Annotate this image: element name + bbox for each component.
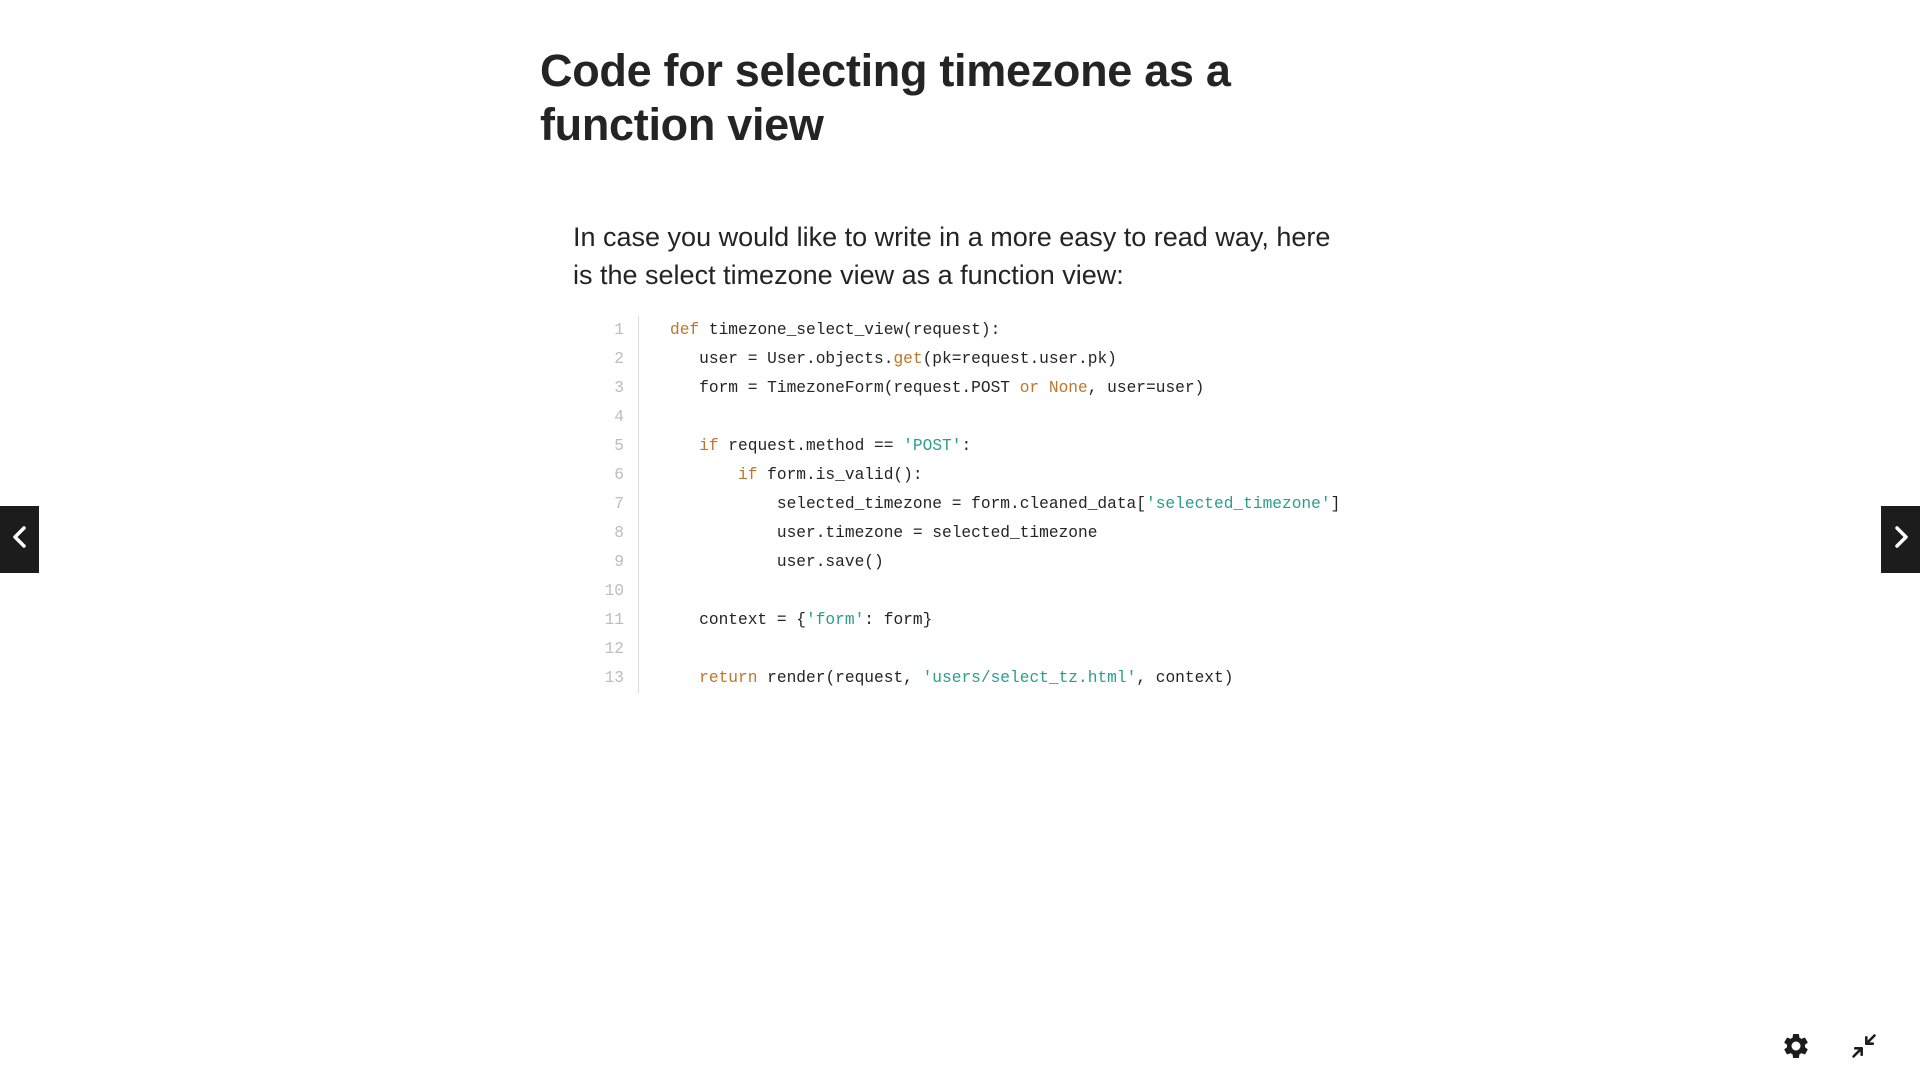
code-token: , context) bbox=[1136, 669, 1234, 687]
code-line: 13 return render(request, 'users/select_… bbox=[590, 664, 1350, 693]
line-number: 1 bbox=[590, 316, 639, 345]
code-text: form = TimezoneForm(request.POST or None… bbox=[639, 374, 1350, 403]
code-line: 10 bbox=[590, 577, 1350, 606]
line-number: 7 bbox=[590, 490, 639, 519]
code-text: selected_timezone = form.cleaned_data['s… bbox=[639, 490, 1350, 519]
code-token: user.save() bbox=[670, 553, 884, 571]
line-number: 6 bbox=[590, 461, 639, 490]
slide-page: Code for selecting timezone as a functio… bbox=[0, 0, 1920, 1080]
code-token: form.is_valid(): bbox=[757, 466, 923, 484]
code-text: return render(request, 'users/select_tz.… bbox=[639, 664, 1350, 693]
code-token: : bbox=[961, 437, 972, 455]
line-number: 13 bbox=[590, 664, 639, 693]
settings-button[interactable] bbox=[1780, 1032, 1812, 1064]
code-token: form = TimezoneForm(request.POST bbox=[670, 379, 1020, 397]
code-line: 2 user = User.objects.get(pk=request.use… bbox=[590, 345, 1350, 374]
code-token: timezone_select_view(request): bbox=[699, 321, 1001, 339]
code-line: 12 bbox=[590, 635, 1350, 664]
code-token: ] bbox=[1330, 495, 1341, 513]
code-text: if form.is_valid(): bbox=[639, 461, 1350, 490]
code-keyword: get bbox=[893, 350, 923, 368]
code-token: context = { bbox=[670, 611, 806, 629]
gear-icon bbox=[1781, 1031, 1811, 1066]
line-number: 10 bbox=[590, 577, 639, 606]
code-string: 'selected_timezone' bbox=[1146, 495, 1331, 513]
slide-title: Code for selecting timezone as a functio… bbox=[540, 45, 1231, 150]
code-line: 11 context = {'form': form} bbox=[590, 606, 1350, 635]
code-line: 7 selected_timezone = form.cleaned_data[… bbox=[590, 490, 1350, 519]
code-keyword: or bbox=[1019, 379, 1040, 397]
code-line: 8 user.timezone = selected_timezone bbox=[590, 519, 1350, 548]
code-keyword: if bbox=[699, 437, 719, 455]
code-token: render(request, bbox=[757, 669, 923, 687]
code-text: context = {'form': form} bbox=[639, 606, 1350, 635]
code-text: user.timezone = selected_timezone bbox=[639, 519, 1350, 548]
code-line: 1 def timezone_select_view(request): bbox=[590, 316, 1350, 345]
chevron-right-icon bbox=[1891, 525, 1911, 554]
line-number: 8 bbox=[590, 519, 639, 548]
code-block: 1 def timezone_select_view(request): 2 use… bbox=[590, 316, 1350, 693]
code-line: 4 bbox=[590, 403, 1350, 432]
code-token: user = User.objects. bbox=[670, 350, 894, 368]
chevron-left-icon bbox=[10, 525, 30, 554]
line-number: 4 bbox=[590, 403, 639, 432]
line-number: 2 bbox=[590, 345, 639, 374]
exit-fullscreen-button[interactable] bbox=[1848, 1032, 1880, 1064]
code-keyword: return bbox=[699, 669, 758, 687]
code-line: 6 if form.is_valid(): bbox=[590, 461, 1350, 490]
collapse-icon bbox=[1850, 1032, 1878, 1065]
code-keyword: def bbox=[670, 321, 700, 339]
code-token: , user=user) bbox=[1087, 379, 1205, 397]
line-number: 5 bbox=[590, 432, 639, 461]
code-line: 5 if request.method == 'POST': bbox=[590, 432, 1350, 461]
line-number: 3 bbox=[590, 374, 639, 403]
code-token: (pk=request.user.pk) bbox=[922, 350, 1117, 368]
line-number: 9 bbox=[590, 548, 639, 577]
code-text: if request.method == 'POST': bbox=[639, 432, 1350, 461]
code-string: 'POST' bbox=[903, 437, 962, 455]
code-keyword: if bbox=[738, 466, 758, 484]
code-string: 'users/select_tz.html' bbox=[922, 669, 1137, 687]
code-token: selected_timezone = form.cleaned_data[ bbox=[670, 495, 1146, 513]
code-text: def timezone_select_view(request): bbox=[639, 316, 1350, 345]
next-slide-button[interactable] bbox=[1881, 506, 1920, 573]
line-number: 11 bbox=[590, 606, 639, 635]
code-text: user.save() bbox=[639, 548, 1350, 577]
code-line: 3 form = TimezoneForm(request.POST or No… bbox=[590, 374, 1350, 403]
previous-slide-button[interactable] bbox=[0, 506, 39, 573]
code-token: request.method == bbox=[718, 437, 904, 455]
code-token: : form} bbox=[864, 611, 933, 629]
code-string: 'form' bbox=[806, 611, 865, 629]
line-number: 12 bbox=[590, 635, 639, 664]
slide-intro-text: In case you would like to write in a mor… bbox=[573, 222, 1331, 290]
code-keyword: None bbox=[1048, 379, 1088, 397]
code-line: 9 user.save() bbox=[590, 548, 1350, 577]
code-text: user = User.objects.get(pk=request.user.… bbox=[639, 345, 1350, 374]
code-token: user.timezone = selected_timezone bbox=[670, 524, 1098, 542]
